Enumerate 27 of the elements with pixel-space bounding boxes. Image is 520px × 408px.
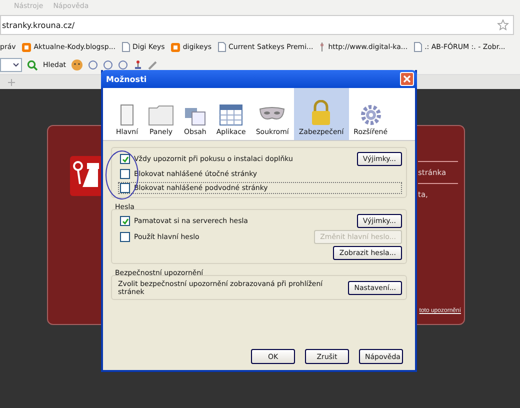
star-icon[interactable] <box>497 19 509 31</box>
close-button[interactable] <box>400 72 414 86</box>
pencil-icon[interactable] <box>148 60 158 70</box>
checkbox[interactable] <box>120 169 130 179</box>
page-icon <box>218 42 226 52</box>
pin-icon <box>319 42 326 52</box>
search-icon[interactable] <box>27 60 38 70</box>
calendar-icon <box>219 104 244 126</box>
dialog-title: Možnosti <box>106 74 147 84</box>
checkbox[interactable] <box>120 183 130 193</box>
checkbox[interactable] <box>120 216 130 226</box>
gear-icon <box>360 104 382 126</box>
blogger-icon <box>170 42 180 52</box>
page-icon <box>414 42 422 52</box>
police-icon <box>70 156 103 196</box>
close-icon <box>403 75 411 83</box>
smiley-icon[interactable] <box>71 59 83 71</box>
joystick-icon[interactable] <box>133 60 143 70</box>
page-icon <box>122 42 130 52</box>
padlock-icon <box>310 100 332 126</box>
search-engine-dropdown[interactable] <box>0 58 22 72</box>
blogger-icon <box>22 42 31 52</box>
address-field[interactable]: stranky.krouna.cz/ <box>0 15 514 35</box>
window-icon <box>118 104 136 126</box>
checkbox[interactable] <box>120 232 130 242</box>
caret-icon <box>13 63 21 67</box>
checkbox[interactable] <box>120 154 130 164</box>
